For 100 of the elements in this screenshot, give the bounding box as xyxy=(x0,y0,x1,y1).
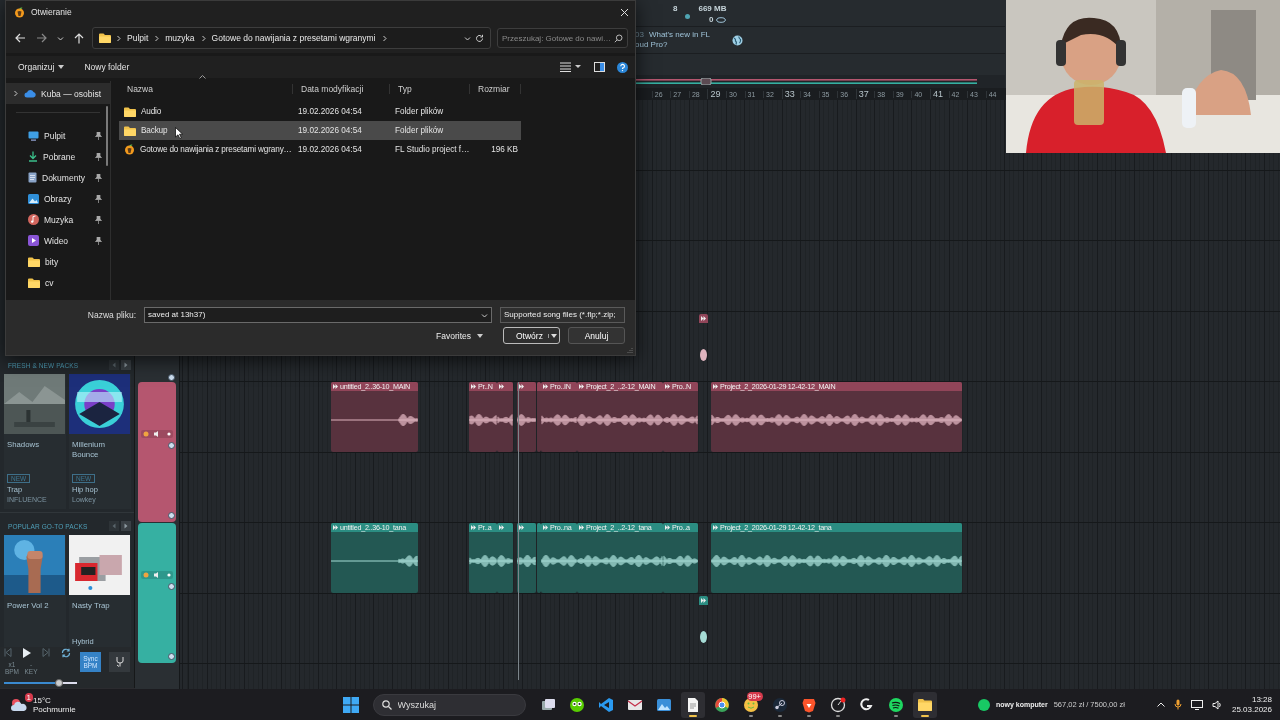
track-controls-drawing[interactable] xyxy=(141,430,173,439)
folder-icon xyxy=(28,277,40,288)
caret-icon[interactable] xyxy=(551,333,557,338)
nav-item[interactable]: Dokumenty xyxy=(6,167,110,188)
wheel-icon xyxy=(771,696,788,713)
audio-clip[interactable] xyxy=(497,382,513,453)
memory-meter: 669 MB xyxy=(698,4,727,13)
nav-item[interactable]: Wideo xyxy=(6,230,110,251)
help-icon[interactable] xyxy=(617,61,628,73)
breadcrumb[interactable]: Pulpit xyxy=(126,33,150,43)
bar-number: 37 xyxy=(855,89,875,99)
cancel-button[interactable]: Anuluj xyxy=(568,327,625,344)
file-row[interactable]: Backup 19.02.2026 04:54 Folder plików xyxy=(119,121,521,140)
double-arrow-icon xyxy=(713,384,718,390)
ellipse-icon xyxy=(716,16,727,23)
file-name: Backup xyxy=(141,126,168,135)
breadcrumb[interactable]: Gotowe do nawijania z presetami wgranymi xyxy=(210,33,377,43)
knob-icon[interactable] xyxy=(168,442,175,450)
volume-slider[interactable] xyxy=(4,678,77,689)
file-row[interactable]: Audio 19.02.2026 04:54 Folder plików xyxy=(119,102,521,121)
cloud-sun-icon[interactable] xyxy=(10,697,28,712)
taskbar-app[interactable] xyxy=(680,691,705,718)
file-date: 19.02.2026 04:54 xyxy=(297,126,363,135)
start-icon xyxy=(342,696,359,713)
expand-chevron-icon xyxy=(12,90,19,97)
refresh-icon[interactable] xyxy=(475,33,484,43)
file-row[interactable]: Gotowe do nawijania z presetami wgrany… 19.02.2026 04:54 FL Studio project f… 196 KB xyxy=(119,140,521,159)
folder-icon xyxy=(28,256,40,267)
tuning-button[interactable] xyxy=(109,651,130,672)
microphone-icon[interactable] xyxy=(1173,699,1182,710)
toolbar-button[interactable]: Nowy folder xyxy=(80,60,134,74)
nav-item[interactable]: cv xyxy=(6,272,110,293)
monitor-icon[interactable] xyxy=(1190,699,1203,710)
audio-clip[interactable] xyxy=(537,523,541,594)
taskbar-app[interactable] xyxy=(912,691,937,718)
audio-clip[interactable] xyxy=(517,523,536,594)
folder-icon xyxy=(99,33,111,43)
chevron-down-icon xyxy=(481,311,488,319)
open-button[interactable]: Otwórz xyxy=(503,327,560,344)
dial-icon xyxy=(829,696,846,713)
music-note-icon xyxy=(28,214,39,225)
timeline-overview-drawing[interactable] xyxy=(635,78,977,85)
nav-item[interactable]: Pulpit xyxy=(6,125,110,146)
double-arrow-icon xyxy=(579,525,584,531)
nav-item[interactable]: Obrazy xyxy=(6,188,110,209)
column-header[interactable]: Data modyfikacji xyxy=(293,84,390,94)
file-type: Folder plików xyxy=(394,107,445,116)
tuning-fork-icon xyxy=(114,656,125,668)
filename-field[interactable]: saved at 13h37) xyxy=(144,306,492,323)
globe-icon[interactable] xyxy=(732,34,743,46)
back-button[interactable] xyxy=(13,31,28,45)
project-file-icon xyxy=(124,144,135,155)
address-bar[interactable]: Pulpit muzyka Gotowe do nawijania z presetami wgranymi xyxy=(92,27,491,49)
app-logo-icon xyxy=(14,6,25,18)
resize-grip-icon[interactable] xyxy=(627,347,633,353)
chevron-right-icon xyxy=(153,34,161,42)
nav-item[interactable]: Kuba — osobist xyxy=(6,83,110,104)
dot-icon xyxy=(685,14,691,19)
nav-item[interactable]: Pobrane xyxy=(6,146,110,167)
loop-icon[interactable] xyxy=(61,647,71,658)
clock[interactable]: 13:28 25.03.2026 xyxy=(1231,694,1272,715)
nav-item[interactable]: bity xyxy=(6,251,110,272)
search-field[interactable]: Przeszukaj: Gotowe do nawi… xyxy=(497,28,628,48)
cpu-meter: 8 xyxy=(673,4,678,13)
knob-icon[interactable] xyxy=(168,512,175,520)
breadcrumb[interactable]: muzyka xyxy=(164,33,196,43)
column-header[interactable]: Rozmiar xyxy=(470,84,521,94)
track-controls-drawing[interactable] xyxy=(141,571,173,580)
file-type: Folder plików xyxy=(394,126,445,135)
double-arrow-icon xyxy=(579,384,584,390)
knob-icon[interactable] xyxy=(168,374,175,382)
toolbar-button[interactable]: Organizuj xyxy=(14,60,69,74)
file-type-dropdown[interactable]: Supported song files (*.flp;*.zip; xyxy=(500,306,625,323)
nav-item[interactable]: Muzyka xyxy=(6,209,110,230)
column-header[interactable]: Nazwa xyxy=(119,84,293,94)
preview-pane-icon[interactable] xyxy=(594,62,605,72)
close-icon[interactable] xyxy=(620,7,629,17)
audio-clip[interactable] xyxy=(517,382,536,453)
chevron-down-icon xyxy=(57,34,64,42)
image-icon xyxy=(28,193,39,204)
pager-arrows-icon[interactable] xyxy=(109,360,131,370)
play-icon[interactable] xyxy=(23,647,31,658)
column-header[interactable]: Typ xyxy=(390,84,470,94)
speaker-icon[interactable] xyxy=(1211,699,1223,710)
scrollbar[interactable] xyxy=(106,106,108,166)
folder-icon xyxy=(124,125,136,136)
file-date: 19.02.2026 04:54 xyxy=(297,107,363,116)
search-field[interactable]: Wyszukaj xyxy=(372,693,526,716)
favorites-button[interactable]: Favorites xyxy=(430,329,489,342)
list-view-icon[interactable] xyxy=(560,62,582,72)
folder-icon xyxy=(916,696,933,713)
audio-clip[interactable] xyxy=(537,382,541,453)
file-date: 19.02.2026 04:54 xyxy=(297,145,363,154)
image-icon xyxy=(655,696,672,713)
chevron-up-icon[interactable] xyxy=(1156,702,1165,707)
forward-button[interactable] xyxy=(34,31,49,45)
audio-clip[interactable] xyxy=(497,523,513,594)
pager-arrows-icon[interactable] xyxy=(109,521,131,531)
caret-icon xyxy=(477,333,483,338)
bar-number: 33 xyxy=(781,89,801,99)
